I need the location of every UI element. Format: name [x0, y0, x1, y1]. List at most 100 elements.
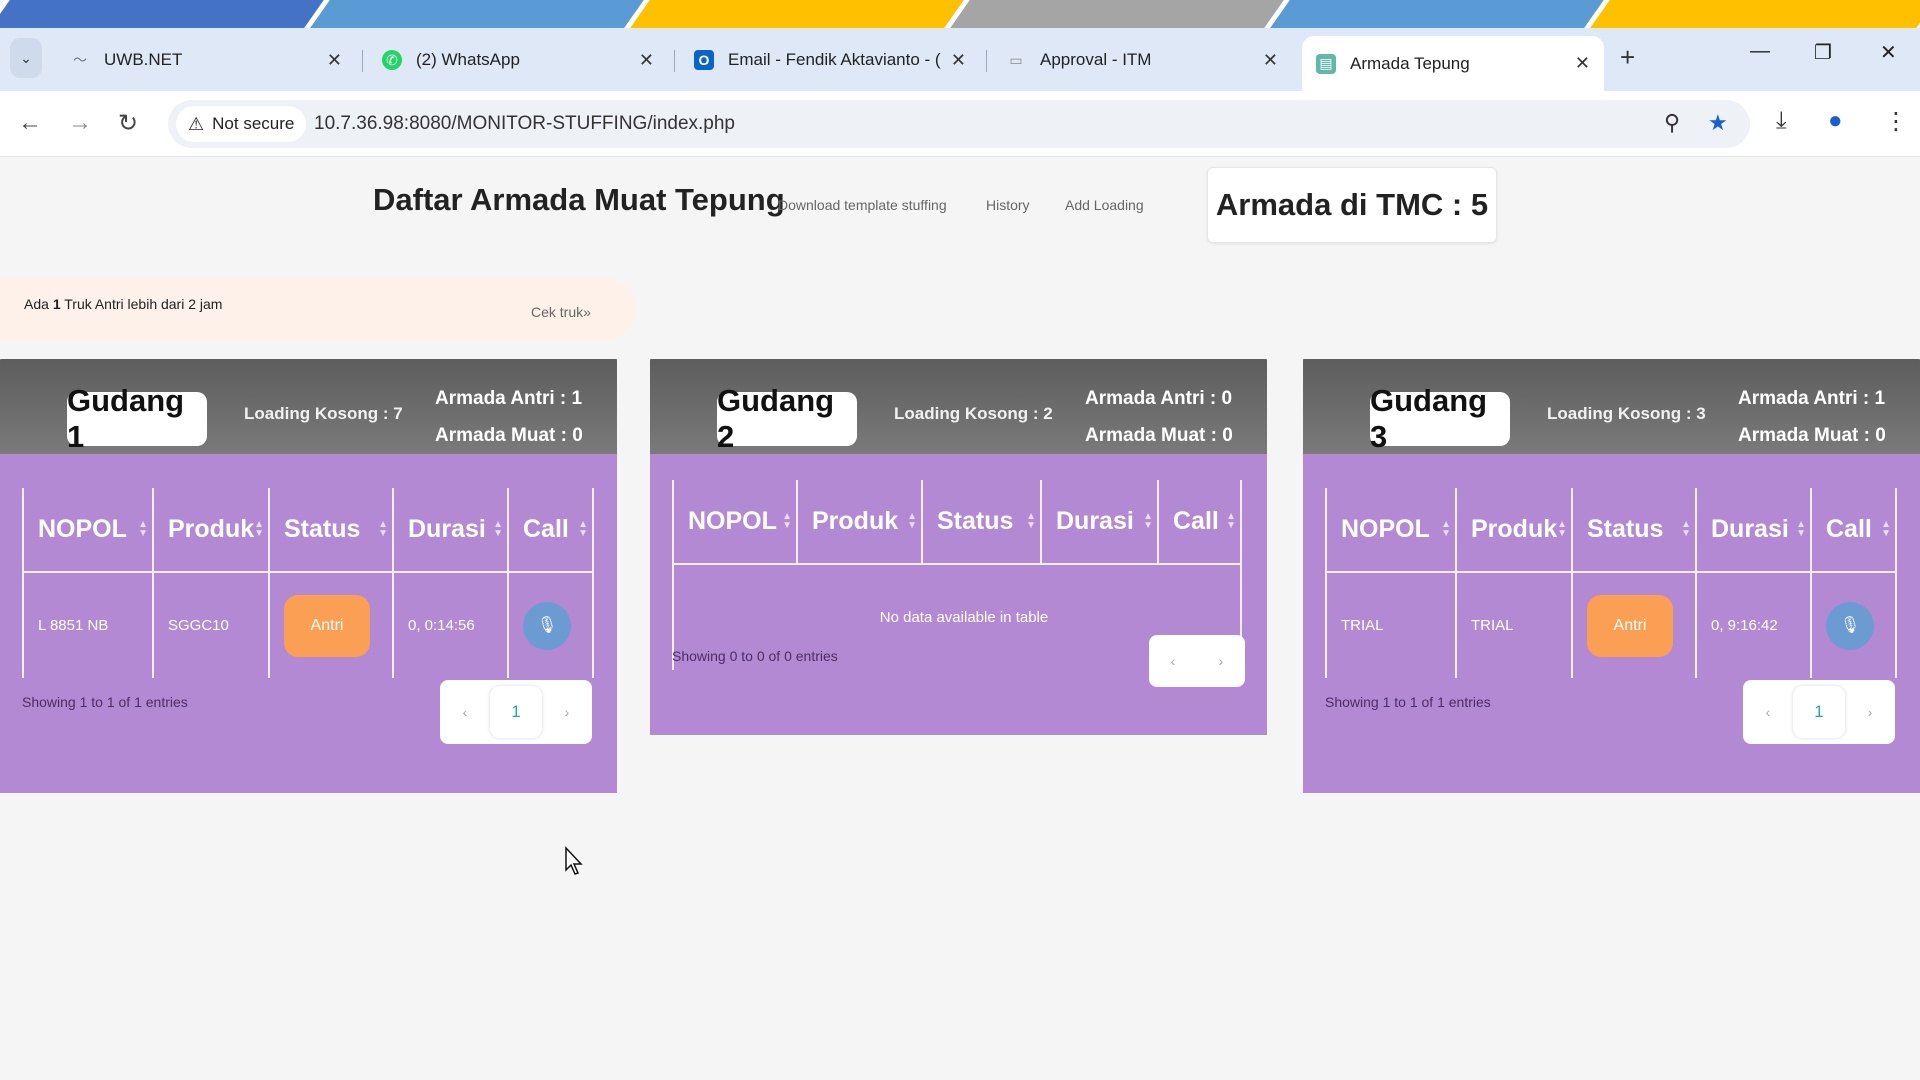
col-produk[interactable]: Produk ▲ ▼ — [153, 488, 270, 573]
tab-whatsapp[interactable]: ✆ (2) WhatsApp ✕ — [368, 36, 668, 84]
add-loading-link[interactable]: Add Loading — [1065, 197, 1144, 213]
col-nopol[interactable]: NOPOL ▲ ▼ — [22, 488, 154, 573]
profile-avatar-icon[interactable]: ● — [1828, 107, 1843, 135]
kebab-menu-icon[interactable]: ⋮ — [1884, 107, 1908, 136]
alert-count: 1 — [52, 296, 61, 312]
outlook-icon: O — [694, 50, 714, 70]
reload-icon[interactable]: ↻ — [118, 109, 138, 138]
nopol-cell: TRIAL — [1325, 572, 1457, 678]
close-icon[interactable]: ✕ — [951, 50, 966, 71]
col-produk[interactable]: Produk ▲ ▼ — [797, 480, 923, 565]
tab-title: Email - Fendik Aktavianto - ( — [728, 50, 941, 69]
sort-icon: ▲ ▼ — [1557, 519, 1567, 539]
call-cell: 🎙 — [508, 572, 594, 678]
next-page-button[interactable]: › — [1197, 653, 1245, 669]
tab-approval[interactable]: ▭ Approval - ITM ✕ — [992, 36, 1292, 84]
col-durasi[interactable]: Durasi ▲ ▼ — [393, 488, 509, 573]
next-page-button[interactable]: › — [542, 704, 592, 720]
cek-truk-link[interactable]: Cek truk» — [531, 304, 591, 320]
window-close-icon[interactable]: ✕ — [1880, 40, 1897, 65]
col-durasi[interactable]: Durasi ▲ ▼ — [1696, 488, 1812, 573]
loading-kosong: Loading Kosong : 2 — [894, 404, 1053, 423]
tab-search-button[interactable]: ⌄ — [10, 38, 42, 78]
sort-icon: ▲ ▼ — [378, 519, 388, 539]
sort-icon: ▲ ▼ — [578, 519, 588, 539]
tab-title: Armada Tepung — [1350, 53, 1470, 73]
status-badge[interactable]: Antri — [1587, 594, 1673, 657]
gudang-header: Gudang 1 Loading Kosong : 7 Armada Antri… — [0, 359, 617, 454]
prev-page-button[interactable]: ‹ — [1743, 704, 1793, 720]
whatsapp-icon: ✆ — [382, 50, 402, 70]
gudang-header: Gudang 2 Loading Kosong : 2 Armada Antri… — [650, 359, 1267, 454]
col-status[interactable]: Status ▲ ▼ — [1572, 488, 1697, 573]
back-arrow-icon[interactable]: ← — [18, 109, 42, 137]
call-mic-button[interactable]: 🎙 — [1826, 601, 1874, 650]
gudang-title: Gudang 1 — [67, 383, 207, 454]
gudang-title: Gudang 2 — [717, 383, 857, 454]
close-icon[interactable]: ✕ — [327, 50, 342, 71]
tab-armada-tepung[interactable]: ▤ Armada Tepung ✕ — [1302, 36, 1604, 91]
chevron-down-icon: ⌄ — [20, 49, 32, 66]
sort-icon: ▲ ▼ — [254, 519, 264, 539]
bookmark-star-icon[interactable]: ★ — [1708, 110, 1728, 136]
armada-antri: Armada Antri : 0 — [1085, 388, 1233, 409]
alert-text: Ada 1 Truk Antri lebih dari 2 jam — [24, 296, 223, 312]
top-color-stripe — [0, 0, 1920, 28]
forward-arrow-icon[interactable]: → — [68, 109, 92, 137]
tab-email[interactable]: O Email - Fendik Aktavianto - ( ✕ — [680, 36, 980, 84]
table-info: Showing 0 to 0 of 0 entries — [672, 648, 838, 664]
sort-icon: ▲ ▼ — [1441, 519, 1451, 539]
col-nopol[interactable]: NOPOL ▲ ▼ — [1325, 488, 1457, 573]
call-mic-button[interactable]: 🎙 — [523, 601, 571, 650]
sort-icon: ▲ ▼ — [1881, 519, 1891, 539]
url-text[interactable]: 10.7.36.98:8080/MONITOR-STUFFING/index.p… — [314, 113, 735, 135]
pagination: ‹ 1 › — [440, 680, 592, 744]
page-title: Daftar Armada Muat Tepung — [373, 182, 785, 217]
col-call[interactable]: Call ▲ ▼ — [1158, 480, 1242, 565]
sort-icon: ▲ ▼ — [782, 511, 792, 531]
close-icon[interactable]: ✕ — [639, 50, 654, 71]
security-chip[interactable]: ⚠ Not secure — [176, 106, 307, 142]
prev-page-button[interactable]: ‹ — [1149, 653, 1197, 669]
approval-favicon-icon: ▭ — [1009, 51, 1023, 68]
microphone-icon: 🎙 — [1839, 616, 1861, 634]
tab-uwb[interactable]: 〜 UWB.NET ✕ — [56, 36, 356, 84]
history-link[interactable]: History — [986, 197, 1030, 213]
col-nopol[interactable]: NOPOL ▲ ▼ — [672, 480, 798, 565]
loading-kosong: Loading Kosong : 7 — [244, 404, 403, 423]
tab-separator — [362, 50, 363, 72]
new-tab-plus-icon[interactable]: + — [1620, 42, 1635, 73]
sort-icon: ▲ ▼ — [1026, 511, 1036, 531]
queue-table: NOPOL ▲ ▼ Produk ▲ ▼ Status ▲ ▼ Durasi ▲ ▼ Call ▲… — [1325, 488, 1897, 678]
nopol-cell: L 8851 NB — [22, 572, 154, 678]
next-page-button[interactable]: › — [1845, 704, 1895, 720]
sort-icon: ▲ ▼ — [1226, 511, 1236, 531]
status-cell: Antri — [269, 572, 394, 678]
col-durasi[interactable]: Durasi ▲ ▼ — [1041, 480, 1159, 565]
gudang-panel-3: Gudang 3 Loading Kosong : 3 Armada Antri… — [1303, 359, 1920, 793]
col-status[interactable]: Status ▲ ▼ — [269, 488, 394, 573]
zoom-icon[interactable]: ⚲ — [1664, 110, 1680, 136]
col-call[interactable]: Call ▲ ▼ — [508, 488, 594, 573]
download-icon[interactable]: ⤓ — [1776, 107, 1787, 135]
close-icon[interactable]: ✕ — [1575, 53, 1590, 74]
page-button[interactable]: 1 — [1793, 686, 1845, 738]
address-bar[interactable]: ⚠ Not secure 10.7.36.98:8080/MONITOR-STU… — [168, 100, 1750, 148]
sort-icon: ▲ ▼ — [907, 511, 917, 531]
page-button[interactable]: 1 — [490, 686, 542, 738]
col-call[interactable]: Call ▲ ▼ — [1811, 488, 1897, 573]
gudang-panel-2: Gudang 2 Loading Kosong : 2 Armada Antri… — [650, 359, 1267, 735]
restore-icon[interactable]: ❐ — [1814, 40, 1832, 65]
col-produk[interactable]: Produk ▲ ▼ — [1456, 488, 1573, 573]
col-status[interactable]: Status ▲ ▼ — [922, 480, 1042, 565]
minimize-icon[interactable]: — — [1750, 40, 1770, 63]
prev-page-button[interactable]: ‹ — [440, 704, 490, 720]
sort-icon: ▲ ▼ — [1796, 519, 1806, 539]
tab-title: (2) WhatsApp — [416, 50, 520, 69]
status-badge[interactable]: Antri — [284, 594, 370, 657]
security-label: Not secure — [212, 114, 295, 133]
download-template-link[interactable]: Download template stuffing — [778, 197, 947, 213]
durasi-cell: 0, 9:16:42 — [1696, 572, 1812, 678]
sort-icon: ▲ ▼ — [1143, 511, 1153, 531]
close-icon[interactable]: ✕ — [1263, 50, 1278, 71]
